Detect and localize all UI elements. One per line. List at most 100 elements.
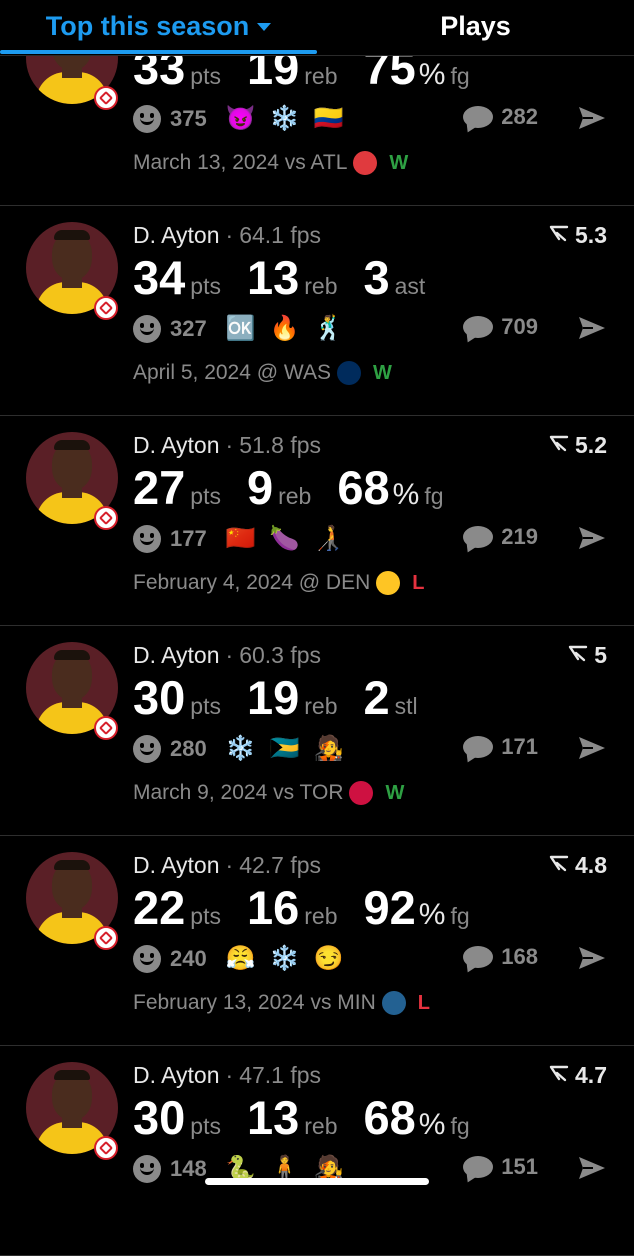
fps-value: 64.1 fps	[239, 222, 322, 248]
reaction-emoji[interactable]: 🇨🇳	[225, 524, 257, 553]
stat-suffix: fg	[450, 903, 470, 929]
player-line: D. Ayton · 64.1 fps	[133, 222, 321, 249]
smile-icon[interactable]	[133, 1154, 161, 1183]
smile-icon[interactable]	[133, 104, 161, 133]
share-send-icon[interactable]	[577, 1155, 607, 1181]
smile-icon[interactable]	[133, 944, 161, 973]
stat-line: 30 pts 13 reb 68 % fg	[133, 1090, 496, 1145]
play-card[interactable]: D. Ayton · 64.1 fps 5.3 34 pts 13 reb 3 as…	[0, 206, 634, 416]
trend-icon	[568, 644, 588, 668]
player-name[interactable]: D. Ayton	[133, 222, 220, 248]
active-tab-indicator	[0, 50, 317, 54]
player-name[interactable]: D. Ayton	[133, 852, 220, 878]
comment-button[interactable]: 709	[463, 314, 538, 340]
reaction-count: 177	[170, 525, 207, 551]
stat-value: 16	[246, 881, 300, 934]
player-name[interactable]: D. Ayton	[133, 642, 220, 668]
stat-unit: %	[418, 898, 446, 931]
reaction-emoji[interactable]: 😈	[225, 104, 257, 133]
reaction-row: 177 🇨🇳 🍆 🧑‍🦯	[133, 524, 357, 553]
share-send-icon[interactable]	[577, 315, 607, 341]
team-badge-icon	[94, 86, 118, 110]
stat-suffix: fg	[424, 483, 444, 509]
smile-icon[interactable]	[133, 524, 161, 553]
comment-button[interactable]: 171	[463, 734, 538, 760]
play-score: 5	[568, 642, 607, 669]
reaction-count: 280	[170, 735, 207, 761]
stat-unit: reb	[304, 63, 338, 89]
fps-value: 60.3 fps	[239, 642, 322, 668]
stat-value: 27	[133, 461, 186, 514]
separator: ·	[225, 1062, 234, 1088]
comment-button[interactable]: 168	[463, 944, 538, 970]
reaction-emoji[interactable]: 🕺	[313, 314, 345, 343]
reaction-emoji[interactable]: 🇨🇴	[313, 104, 345, 133]
home-indicator[interactable]	[205, 1178, 429, 1185]
stat-value: 68	[363, 1091, 416, 1144]
trend-icon	[549, 224, 569, 248]
smile-icon[interactable]	[133, 734, 161, 763]
player-line: D. Ayton · 47.1 fps	[133, 1062, 321, 1089]
avatar-hair	[54, 230, 90, 240]
share-send-icon[interactable]	[577, 945, 607, 971]
stat-value: 34	[133, 251, 186, 304]
game-date: February 4, 2024 @ DEN	[133, 571, 371, 594]
player-name[interactable]: D. Ayton	[133, 1062, 220, 1088]
play-card[interactable]: D. Ayton · 60.3 fps 5 30 pts 19 reb 2 stl …	[0, 626, 634, 836]
reaction-emoji[interactable]: 🔥	[269, 314, 301, 343]
stat-unit: ast	[394, 273, 426, 299]
stat-value: 19	[246, 671, 300, 724]
reaction-emoji[interactable]: ❄️	[269, 944, 301, 973]
reaction-emoji[interactable]: 😏	[313, 944, 345, 973]
play-card[interactable]: D. Ayton · 47.1 fps 4.7 30 pts 13 reb 68 %…	[0, 1046, 634, 1256]
reaction-emoji[interactable]: ❄️	[225, 734, 257, 763]
comment-icon	[463, 946, 494, 968]
game-result: W	[372, 361, 392, 384]
opponent-logo-icon	[376, 571, 401, 595]
stat-line: 27 pts 9 reb 68 % fg	[133, 460, 470, 515]
reaction-emoji[interactable]: 🧑‍🦯	[313, 524, 345, 553]
reaction-emoji[interactable]: 🇧🇸	[269, 734, 301, 763]
tab-top-this-season[interactable]: Top this season	[0, 0, 317, 52]
stat-unit: pts	[190, 693, 221, 719]
stat-unit: pts	[190, 903, 221, 929]
stat-unit: pts	[190, 273, 221, 299]
smile-icon[interactable]	[133, 314, 161, 343]
comment-button[interactable]: 151	[463, 1154, 538, 1180]
reaction-count: 327	[170, 315, 207, 341]
stat-unit: pts	[190, 1113, 221, 1139]
stat-value: 13	[246, 1091, 300, 1144]
stat-unit: pts	[190, 483, 221, 509]
comment-button[interactable]: 282	[463, 104, 538, 130]
stat-value: 22	[133, 881, 186, 934]
share-send-icon[interactable]	[577, 105, 607, 131]
player-name[interactable]: D. Ayton	[133, 432, 220, 458]
game-date: March 13, 2024 vs ATL	[133, 151, 348, 174]
reaction-emoji[interactable]: 🆗	[225, 314, 257, 343]
stat-item: 19 reb	[247, 670, 338, 725]
stat-line: 34 pts 13 reb 3 ast	[133, 250, 451, 305]
fps-value: 51.8 fps	[239, 432, 322, 458]
trend-icon	[549, 434, 569, 458]
reaction-emoji[interactable]: 🍆	[269, 524, 301, 553]
tab-plays[interactable]: Plays	[317, 0, 634, 52]
play-card[interactable]: D. Ayton · 51.8 fps 5.2 27 pts 9 reb 68 % …	[0, 416, 634, 626]
stat-unit: reb	[304, 1113, 338, 1139]
game-result: L	[417, 991, 430, 1014]
comment-button[interactable]: 219	[463, 524, 538, 550]
play-score: 4.7	[549, 1062, 607, 1089]
reaction-emoji[interactable]: ❄️	[269, 104, 301, 133]
team-badge-icon	[94, 506, 118, 530]
play-card[interactable]: D. Ayton · 42.7 fps 4.8 22 pts 16 reb 92 %…	[0, 836, 634, 1046]
score-value: 5.3	[575, 222, 607, 248]
stat-unit: reb	[278, 483, 312, 509]
stat-value: 30	[133, 671, 186, 724]
stat-item: 13 reb	[247, 250, 338, 305]
share-send-icon[interactable]	[577, 735, 607, 761]
stat-unit: stl	[394, 693, 418, 719]
share-send-icon[interactable]	[577, 525, 607, 551]
fps-value: 42.7 fps	[239, 852, 322, 878]
reaction-emoji[interactable]: 🧑‍🎤	[313, 734, 345, 763]
reaction-emoji[interactable]: 😤	[225, 944, 257, 973]
score-value: 5.2	[575, 432, 607, 458]
